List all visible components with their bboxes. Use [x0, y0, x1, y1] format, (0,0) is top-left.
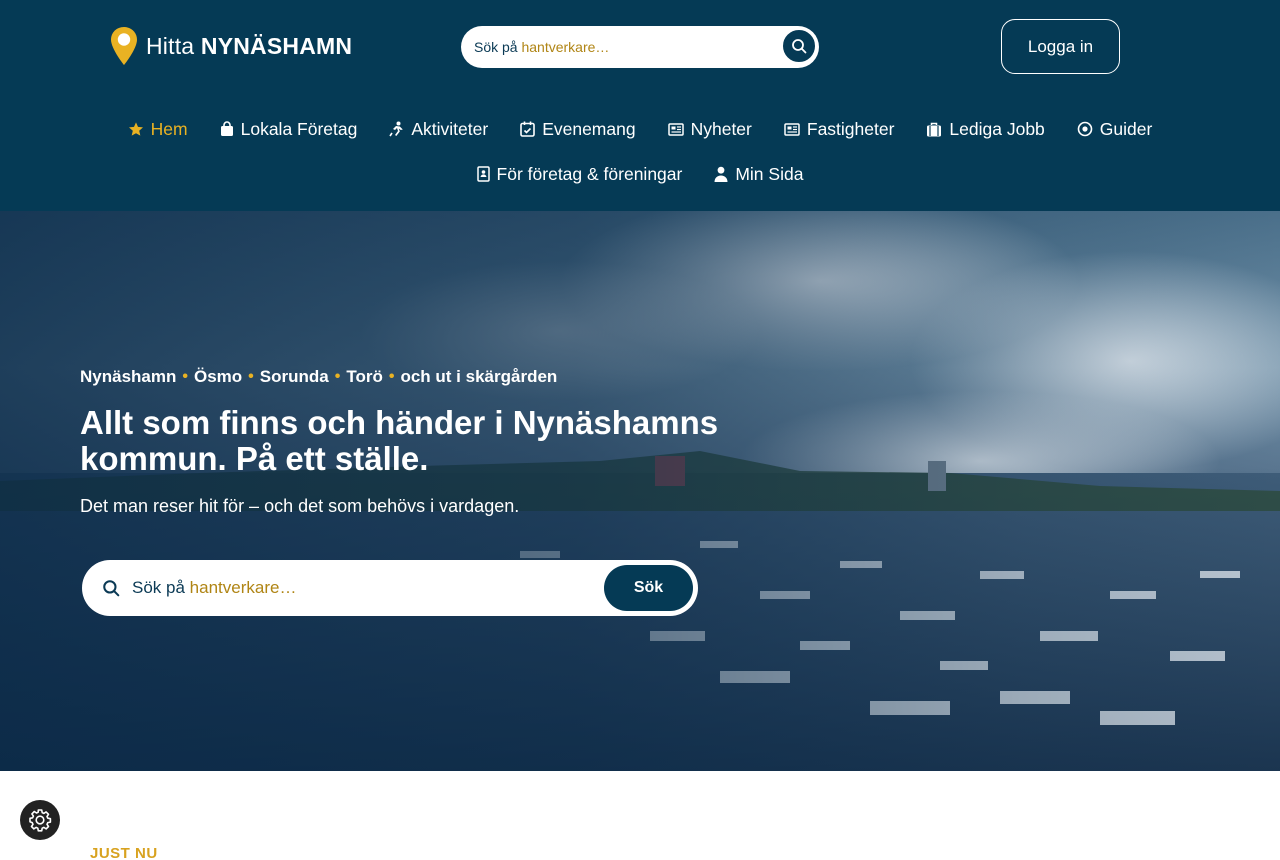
nav-item-lediga-jobb[interactable]: Lediga Jobb	[926, 117, 1045, 141]
hero-search-input[interactable]: Sök på hantverkare… Sök	[82, 560, 698, 616]
logo-text: Hitta NYNÄSHAMN	[146, 33, 352, 60]
id-badge-icon	[476, 166, 490, 182]
header-search-button[interactable]	[781, 28, 817, 64]
secondary-nav: För företag & föreningar Min Sida	[0, 162, 1280, 186]
newspaper-icon	[784, 122, 800, 136]
star-icon	[128, 122, 143, 136]
nav-label: För företag & föreningar	[496, 163, 683, 184]
hero-subtitle: Det man reser hit för – och det som behö…	[80, 496, 520, 516]
hero-search-placeholder: Sök på hantverkare…	[132, 578, 296, 598]
login-button[interactable]: Logga in	[1001, 19, 1120, 74]
places-list: Nynäshamn • Ösmo • Sorunda • Torö • och …	[80, 367, 557, 387]
header-search-prefix: Sök på	[474, 39, 518, 55]
place-separator: •	[334, 368, 341, 385]
nav-label: Lokala Företag	[240, 118, 358, 139]
hero-search-button[interactable]: Sök	[604, 565, 693, 611]
nav-item-hem[interactable]: Hem	[128, 117, 188, 141]
place-separator: •	[248, 368, 254, 385]
header-search-placeholder: Sök på hantverkare…	[474, 39, 609, 55]
hero-search-highlight: hantverkare…	[189, 578, 297, 597]
hero-overlay	[0, 211, 1280, 771]
nav-label: Evenemang	[542, 118, 636, 139]
nav-label: Aktiviteter	[411, 118, 489, 139]
nav-item-for-foretag[interactable]: För företag & föreningar	[476, 162, 683, 186]
logo-prefix: Hitta	[146, 32, 195, 59]
newspaper-icon	[667, 122, 684, 136]
header-search-highlight: hantverkare…	[521, 39, 610, 55]
nav-label: Guider	[1099, 118, 1153, 139]
calendar-check-icon	[520, 121, 535, 137]
place-item[interactable]: Nynäshamn	[80, 367, 176, 387]
nav-item-nyheter[interactable]: Nyheter	[667, 117, 752, 141]
nav-label: Lediga Jobb	[949, 118, 1045, 139]
search-icon	[792, 39, 807, 54]
place-separator: •	[182, 368, 188, 385]
place-item[interactable]: Sorunda	[260, 367, 329, 387]
suitcase-icon	[927, 122, 942, 136]
circle-dot-icon	[1077, 121, 1093, 137]
place-separator: •	[388, 368, 395, 385]
hero-title: Allt som finns och händer i Nynäshamns k…	[80, 404, 719, 477]
place-item[interactable]: och ut i skärgården	[400, 367, 557, 387]
place-item[interactable]: Torö	[346, 367, 383, 387]
place-item[interactable]: Ösmo	[194, 367, 242, 387]
gear-icon	[29, 809, 52, 832]
nav-item-aktiviteter[interactable]: Aktiviteter	[389, 117, 488, 141]
map-pin-icon	[111, 27, 137, 65]
nav-item-guider[interactable]: Guider	[1077, 117, 1153, 141]
nav-item-lokala-foretag[interactable]: Lokala Företag	[220, 117, 358, 141]
nav-label: Min Sida	[735, 163, 804, 184]
cookie-settings-button[interactable]	[20, 800, 60, 840]
hero-section: Nynäshamn • Ösmo • Sorunda • Torö • och …	[0, 211, 1280, 771]
nav-label: Hem	[150, 118, 188, 139]
search-icon	[103, 580, 120, 597]
hero-search-prefix: Sök på	[132, 578, 185, 597]
section-label-just-nu: JUST NU	[90, 845, 158, 860]
header-search-input[interactable]: Sök på hantverkare…	[461, 26, 819, 68]
shopping-bag-icon	[220, 121, 233, 136]
user-icon	[714, 166, 728, 182]
nav-label: Nyheter	[690, 118, 752, 139]
nav-item-min-sida[interactable]: Min Sida	[714, 162, 803, 186]
nav-label: Fastigheter	[806, 118, 895, 139]
running-icon	[389, 121, 404, 136]
site-header: Hitta NYNÄSHAMN Sök på hantverkare… Logg…	[0, 0, 1280, 211]
nav-item-evenemang[interactable]: Evenemang	[520, 117, 636, 141]
site-logo[interactable]: Hitta NYNÄSHAMN	[110, 26, 352, 66]
main-nav: Hem Lokala Företag Aktiviteter Evenemang…	[0, 117, 1280, 141]
logo-name: NYNÄSHAMN	[200, 32, 353, 59]
nav-item-fastigheter[interactable]: Fastigheter	[784, 117, 895, 141]
